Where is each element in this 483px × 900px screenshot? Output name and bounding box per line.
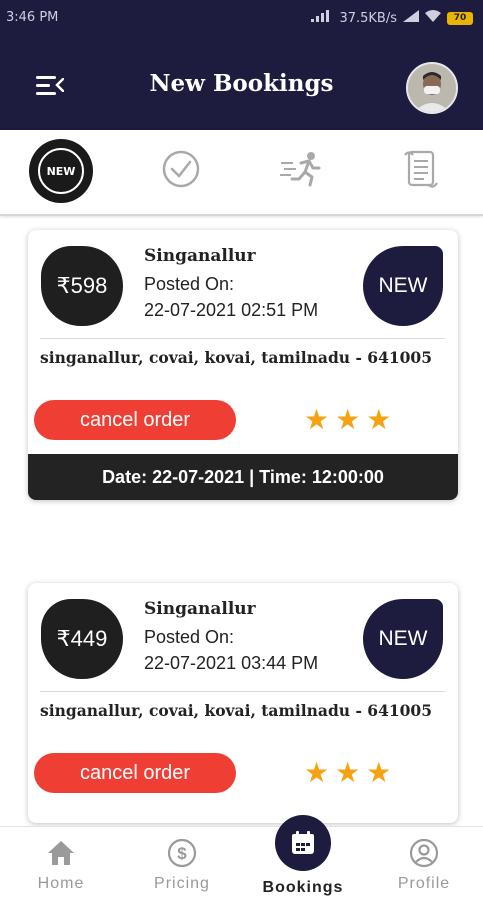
- posted-datetime: 22-07-2021 02:51 PM: [144, 300, 319, 320]
- status-time: 3:46 PM: [6, 10, 59, 25]
- tab-completed[interactable]: [148, 138, 214, 204]
- status-badge: NEW: [363, 599, 443, 679]
- status-icons: 37.5KB/s 70: [311, 10, 473, 26]
- booking-address: singanallur, covai, kovai, tamilnadu - 6…: [40, 701, 433, 720]
- nav-bookings[interactable]: Bookings: [253, 815, 353, 900]
- booking-card[interactable]: ₹449 Singanallur Posted On: 22-07-2021 0…: [28, 583, 458, 823]
- booking-address: singanallur, covai, kovai, tamilnadu - 6…: [40, 348, 433, 367]
- tab-history[interactable]: [388, 138, 454, 204]
- divider: [40, 691, 445, 692]
- status-badge: NEW: [363, 246, 443, 326]
- battery-icon: 70: [447, 11, 473, 25]
- booking-status-tabs: NEW: [0, 130, 483, 216]
- rating-stars: ★ ★ ★: [304, 406, 391, 434]
- nav-home-label: Home: [37, 875, 85, 892]
- avatar[interactable]: [406, 62, 458, 114]
- bookings-list[interactable]: ₹598 Singanallur Posted On: 22-07-2021 0…: [0, 218, 483, 826]
- signal-icon: [311, 10, 333, 26]
- price-badge: ₹449: [41, 599, 123, 679]
- cancel-order-button[interactable]: cancel order: [34, 753, 236, 793]
- booking-title: Singanallur: [144, 599, 256, 619]
- nav-profile[interactable]: Profile: [374, 827, 474, 900]
- bottom-nav: Home $ Pricing Bookings Profile: [0, 815, 483, 900]
- signal-bars-icon: [403, 10, 419, 26]
- app-header: New Bookings: [0, 38, 483, 130]
- calendar-icon: [275, 815, 331, 871]
- home-icon: [45, 837, 77, 869]
- posted-label: Posted On:: [144, 274, 235, 294]
- nav-bookings-label: Bookings: [262, 879, 344, 896]
- check-circle-icon: [161, 149, 201, 193]
- cancel-order-button[interactable]: cancel order: [34, 400, 236, 440]
- posted-label: Posted On:: [144, 627, 235, 647]
- star-icon: ★: [335, 403, 361, 436]
- booking-title: Singanallur: [144, 246, 256, 266]
- booking-card[interactable]: ₹598 Singanallur Posted On: 22-07-2021 0…: [28, 230, 458, 500]
- divider: [40, 338, 445, 339]
- star-icon: ★: [304, 756, 330, 789]
- tab-new[interactable]: NEW: [28, 138, 94, 204]
- nav-home[interactable]: Home: [11, 827, 111, 900]
- status-bar: 3:46 PM 37.5KB/s 70: [0, 0, 483, 38]
- star-icon: ★: [335, 756, 361, 789]
- star-icon: ★: [366, 756, 392, 789]
- dollar-circle-icon: $: [166, 837, 198, 869]
- wifi-icon: [425, 10, 441, 26]
- star-icon: ★: [366, 403, 392, 436]
- booking-schedule: Date: 22-07-2021 | Time: 12:00:00: [28, 454, 458, 500]
- svg-text:$: $: [177, 844, 187, 863]
- new-badge-icon: NEW: [29, 139, 93, 203]
- network-speed: 37.5KB/s: [339, 10, 397, 26]
- tab-new-label: NEW: [38, 148, 84, 194]
- posted-datetime: 22-07-2021 03:44 PM: [144, 653, 319, 673]
- price-badge: ₹598: [41, 246, 123, 326]
- nav-pricing-label: Pricing: [154, 875, 210, 892]
- nav-profile-label: Profile: [397, 875, 451, 892]
- running-person-icon: [279, 151, 323, 191]
- rating-stars: ★ ★ ★: [304, 759, 391, 787]
- scroll-icon: [403, 149, 439, 193]
- star-icon: ★: [304, 403, 330, 436]
- tab-in-progress[interactable]: [268, 138, 334, 204]
- user-circle-icon: [408, 837, 440, 869]
- nav-pricing[interactable]: $ Pricing: [132, 827, 232, 900]
